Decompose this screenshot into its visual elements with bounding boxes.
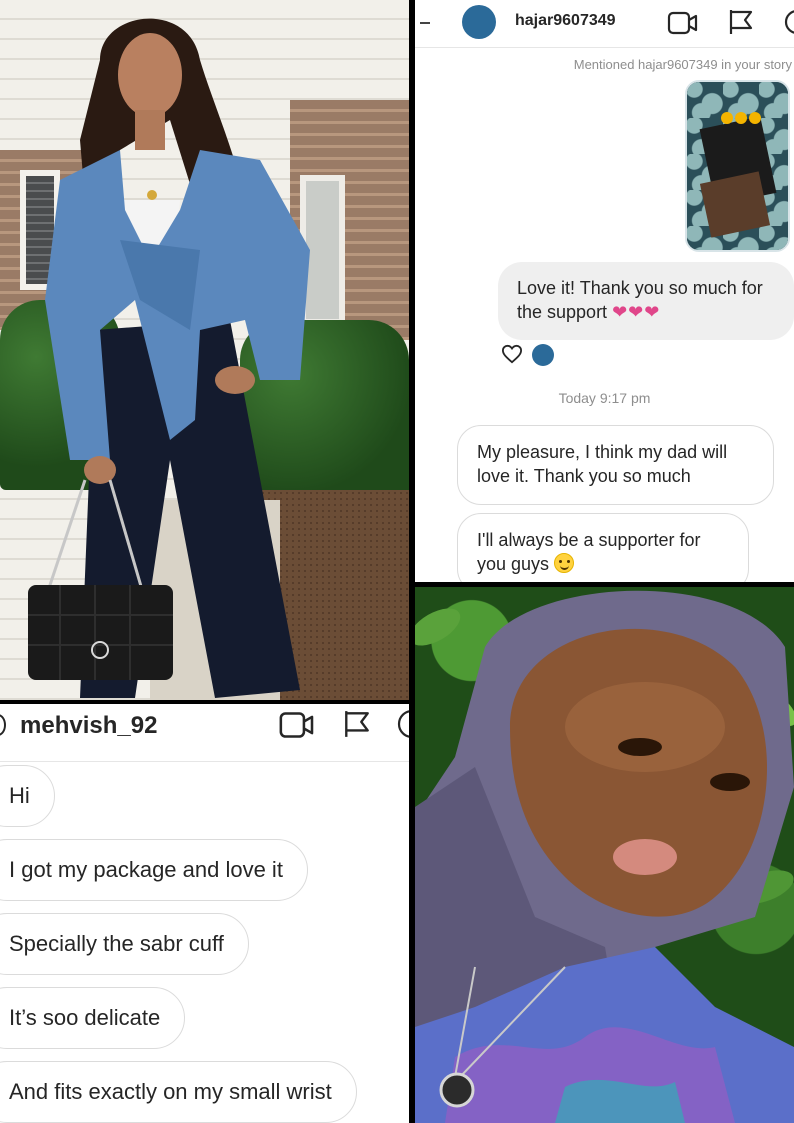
heart-outline-icon[interactable] <box>501 344 523 364</box>
message-text: My pleasure, I think my dad will love it… <box>477 442 728 486</box>
customer-photo-1 <box>0 0 409 700</box>
timestamp: Today 9:17 pm <box>558 390 651 406</box>
info-icon[interactable] <box>783 8 794 36</box>
outgoing-message[interactable]: Love it! Thank you so much for the suppo… <box>498 262 794 340</box>
collage-divider-right <box>415 582 794 587</box>
message-text: I'll always be a supporter for you guys <box>477 530 701 574</box>
pink-hearts-emoji: ❤❤❤ <box>612 302 661 322</box>
chat-header: hajar9607349 <box>415 0 794 48</box>
smiling-face-emoji <box>554 553 575 573</box>
woman-figure <box>28 18 310 698</box>
woman-in-hijab-figure <box>415 590 794 1123</box>
info-icon[interactable] <box>396 708 409 740</box>
collage-divider-vertical <box>409 0 415 1123</box>
story-emoji <box>721 112 733 124</box>
flag-icon[interactable] <box>342 708 372 740</box>
incoming-message[interactable]: Specially the sabr cuff <box>0 913 249 975</box>
dm-conversation-hajar: hajar9607349 Mentioned hajar9607349 in y… <box>415 0 794 582</box>
incoming-message[interactable]: Hi <box>0 765 55 827</box>
collage-divider-left <box>0 700 409 704</box>
dm-conversation-mehvish: mehvish_92 Hi I got my package and love … <box>0 704 409 1123</box>
back-arrow-icon[interactable] <box>420 22 430 24</box>
story-mention-notice: Mentioned hajar9607349 in your story <box>573 57 792 72</box>
reaction-avatar <box>532 344 554 366</box>
chat-header: mehvish_92 <box>0 704 409 762</box>
avatar[interactable] <box>0 714 6 736</box>
story-emoji <box>735 112 747 124</box>
incoming-message[interactable]: My pleasure, I think my dad will love it… <box>457 425 774 505</box>
video-camera-icon[interactable] <box>667 10 699 36</box>
video-camera-icon[interactable] <box>278 710 316 740</box>
incoming-message[interactable]: I'll always be a supporter for you guys <box>457 513 749 582</box>
incoming-message[interactable]: It’s soo delicate <box>0 987 186 1049</box>
username[interactable]: hajar9607349 <box>515 12 616 30</box>
username[interactable]: mehvish_92 <box>20 712 157 740</box>
story-emoji <box>749 112 761 124</box>
incoming-message[interactable]: And fits exactly on my small wrist <box>0 1061 357 1123</box>
customer-photo-2 <box>415 587 794 1123</box>
avatar[interactable] <box>462 5 496 39</box>
story-thumbnail[interactable] <box>685 80 790 252</box>
incoming-message[interactable]: I got my package and love it <box>0 839 308 901</box>
flag-icon[interactable] <box>727 8 755 36</box>
